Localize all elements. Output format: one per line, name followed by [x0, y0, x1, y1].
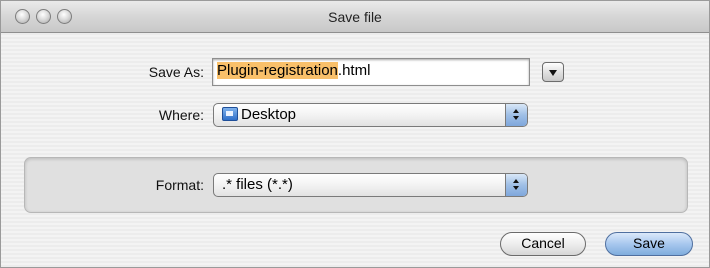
where-popup[interactable]: Desktop [213, 103, 528, 127]
cancel-button[interactable]: Cancel [500, 232, 586, 256]
title-bar: Save file [1, 1, 709, 33]
format-label: Format: [155, 177, 204, 193]
popup-arrows-icon [505, 174, 527, 196]
filename-selected-text: Plugin-registration [217, 62, 338, 79]
save-dialog: Save file Save As: Plugin-registration.h… [0, 0, 710, 268]
format-value: .* files (*.*) [222, 176, 293, 193]
expand-dialog-button[interactable] [542, 62, 564, 82]
save-as-label: Save As: [148, 64, 204, 80]
window-title: Save file [328, 9, 382, 25]
where-value: Desktop [241, 106, 297, 123]
save-button[interactable]: Save [605, 232, 693, 256]
desktop-folder-icon [222, 107, 238, 121]
format-popup[interactable]: .* files (*.*) [213, 173, 528, 197]
filename-extension-text: .html [337, 62, 371, 79]
popup-arrows-icon [505, 104, 527, 126]
filename-input[interactable]: Plugin-registration.html [212, 58, 530, 86]
disclosure-triangle-icon [549, 70, 557, 76]
where-label: Where: [158, 107, 204, 123]
